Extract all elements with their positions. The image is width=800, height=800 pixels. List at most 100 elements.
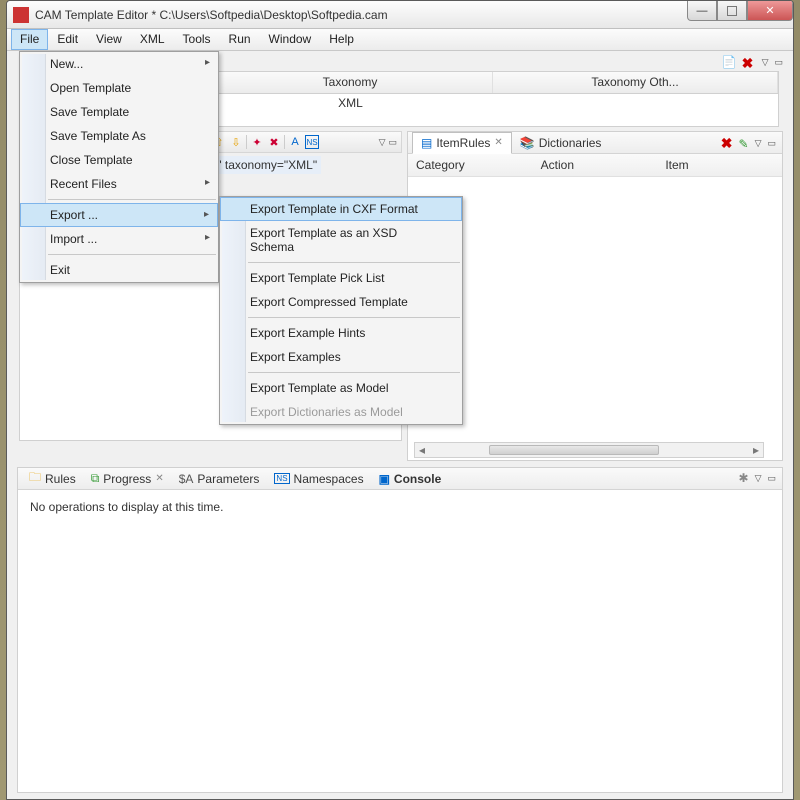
person-icon[interactable]: ✦ bbox=[250, 135, 264, 149]
menu-separator bbox=[48, 254, 216, 255]
tab-progress[interactable]: ⧉Progress ✕ bbox=[84, 468, 172, 489]
top-toolbar: 📄 ✖ ▽ ▭ bbox=[722, 55, 783, 69]
panel-chevron-icon[interactable]: ▽ bbox=[755, 138, 762, 149]
delete-icon[interactable]: ✖ bbox=[742, 55, 756, 69]
tab-progress-label: Progress bbox=[103, 472, 151, 486]
gear-icon[interactable]: ✱ bbox=[739, 471, 749, 485]
menu-separator bbox=[48, 199, 216, 200]
maximize-button[interactable] bbox=[717, 1, 747, 21]
scroll-left-icon[interactable]: ◂ bbox=[415, 443, 429, 457]
tab-close-icon[interactable]: ✕ bbox=[494, 137, 502, 148]
collapse-icon[interactable]: ▭ bbox=[774, 57, 783, 68]
col-action[interactable]: Action bbox=[533, 154, 658, 176]
tab-rules[interactable]: 🗀 Rules bbox=[22, 465, 84, 492]
export-compressed[interactable]: Export Compressed Template bbox=[220, 290, 462, 314]
menu-save-template[interactable]: Save Template bbox=[20, 100, 218, 124]
tab-parameters[interactable]: $AParameters bbox=[172, 469, 268, 489]
menu-import[interactable]: Import ... bbox=[20, 227, 218, 251]
file-menu-dropdown: New... Open Template Save Template Save … bbox=[19, 51, 219, 283]
tab-rules-label: Rules bbox=[45, 472, 76, 486]
tab-namespaces[interactable]: NS Namespaces bbox=[267, 469, 371, 489]
toolbar-collapse-icon[interactable]: ▭ bbox=[388, 137, 397, 148]
right-panel-tabs: ▤ ItemRules ✕ 📚 Dictionaries ✖ ✎ ▽ ▭ bbox=[408, 132, 782, 154]
list-icon: ▤ bbox=[421, 136, 432, 150]
menu-open-template[interactable]: Open Template bbox=[20, 76, 218, 100]
menu-recent-files[interactable]: Recent Files bbox=[20, 172, 218, 196]
folder-icon: 🗀 bbox=[29, 468, 41, 489]
tab-parameters-label: Parameters bbox=[197, 472, 259, 486]
params-icon: $A bbox=[179, 472, 194, 486]
panel-delete-icon[interactable]: ✖ bbox=[721, 135, 733, 152]
books-icon: 📚 bbox=[520, 136, 535, 150]
menu-run[interactable]: Run bbox=[220, 29, 260, 50]
export-example-hints[interactable]: Export Example Hints bbox=[220, 321, 462, 345]
person-x-icon[interactable]: ✖ bbox=[267, 135, 281, 149]
window-title: CAM Template Editor * C:\Users\Softpedia… bbox=[35, 8, 388, 22]
menu-close-template[interactable]: Close Template bbox=[20, 148, 218, 172]
arrow-down-icon[interactable]: ⇩ bbox=[229, 135, 243, 149]
th-taxonomy-other[interactable]: Taxonomy Oth... bbox=[493, 72, 778, 93]
titlebar: CAM Template Editor * C:\Users\Softpedia… bbox=[7, 1, 793, 29]
export-model[interactable]: Export Template as Model bbox=[220, 376, 462, 400]
menu-view[interactable]: View bbox=[87, 29, 131, 50]
export-cxf[interactable]: Export Template in CXF Format bbox=[220, 197, 462, 221]
panel-collapse-icon[interactable]: ▭ bbox=[767, 138, 776, 149]
right-panel: ▤ ItemRules ✕ 📚 Dictionaries ✖ ✎ ▽ ▭ Cat… bbox=[407, 131, 783, 461]
close-button[interactable]: ✕ bbox=[747, 1, 793, 21]
toolbar-chevron-icon[interactable]: ▽ bbox=[379, 137, 386, 148]
chevron-down-icon[interactable]: ▽ bbox=[762, 57, 769, 68]
menu-xml[interactable]: XML bbox=[131, 29, 174, 50]
console-body: No operations to display at this time. bbox=[18, 490, 782, 524]
td-taxonomy: XML bbox=[208, 94, 493, 114]
menu-separator bbox=[248, 317, 460, 318]
td-taxonomy-other bbox=[493, 94, 778, 114]
export-xsd[interactable]: Export Template as an XSD Schema bbox=[220, 221, 462, 259]
menu-help[interactable]: Help bbox=[320, 29, 363, 50]
scroll-right-icon[interactable]: ▸ bbox=[749, 443, 763, 457]
export-submenu: Export Template in CXF Format Export Tem… bbox=[219, 196, 463, 425]
scrollbar-thumb[interactable] bbox=[489, 445, 659, 455]
new-doc-icon[interactable]: 📄 bbox=[722, 55, 736, 69]
col-category[interactable]: Category bbox=[408, 154, 533, 176]
menu-new[interactable]: New... bbox=[20, 52, 218, 76]
tab-dictionaries[interactable]: 📚 Dictionaries bbox=[512, 133, 610, 153]
ns-tab-icon: NS bbox=[274, 473, 289, 484]
progress-icon: ⧉ bbox=[91, 471, 100, 486]
menu-export[interactable]: Export ... bbox=[20, 203, 218, 227]
tab-namespaces-label: Namespaces bbox=[294, 472, 364, 486]
text-icon[interactable]: A bbox=[288, 135, 302, 149]
table-header: Taxonomy Taxonomy Oth... bbox=[208, 72, 778, 94]
bottom-panel-tools: ✱ ▽ ▭ bbox=[739, 471, 777, 485]
menu-save-template-as[interactable]: Save Template As bbox=[20, 124, 218, 148]
menu-edit[interactable]: Edit bbox=[48, 29, 87, 50]
menu-tools[interactable]: Tools bbox=[174, 29, 220, 50]
right-panel-tools: ✖ ✎ ▽ ▭ bbox=[721, 135, 776, 152]
ns-icon[interactable]: NS bbox=[305, 135, 319, 149]
app-window: CAM Template Editor * C:\Users\Softpedia… bbox=[6, 0, 794, 800]
col-item[interactable]: Item bbox=[657, 154, 782, 176]
menu-window[interactable]: Window bbox=[260, 29, 321, 50]
export-dictionaries-model: Export Dictionaries as Model bbox=[220, 400, 462, 424]
console-message: No operations to display at this time. bbox=[30, 500, 223, 514]
horizontal-scrollbar[interactable]: ◂ ▸ bbox=[414, 442, 764, 458]
bottom-chevron-icon[interactable]: ▽ bbox=[755, 473, 762, 484]
menubar: File Edit View XML Tools Run Window Help bbox=[7, 29, 793, 51]
menu-separator bbox=[248, 372, 460, 373]
panel-edit-icon[interactable]: ✎ bbox=[739, 137, 749, 151]
console-icon: ▣ bbox=[379, 472, 390, 486]
export-pick-list[interactable]: Export Template Pick List bbox=[220, 266, 462, 290]
table-row[interactable]: XML bbox=[208, 94, 778, 114]
tab-console-label: Console bbox=[394, 472, 441, 486]
taxonomy-table: Taxonomy Taxonomy Oth... XML bbox=[207, 71, 779, 127]
minimize-button[interactable]: — bbox=[687, 1, 717, 21]
tab-progress-close-icon[interactable]: ✕ bbox=[155, 473, 163, 484]
tab-console[interactable]: ▣ Console bbox=[372, 469, 450, 489]
bottom-collapse-icon[interactable]: ▭ bbox=[767, 473, 776, 484]
right-panel-headers: Category Action Item bbox=[408, 154, 782, 177]
menu-file[interactable]: File bbox=[11, 29, 48, 50]
th-taxonomy[interactable]: Taxonomy bbox=[208, 72, 493, 93]
tab-itemrules[interactable]: ▤ ItemRules ✕ bbox=[412, 132, 512, 154]
menu-exit[interactable]: Exit bbox=[20, 258, 218, 282]
export-examples[interactable]: Export Examples bbox=[220, 345, 462, 369]
menu-separator bbox=[248, 262, 460, 263]
